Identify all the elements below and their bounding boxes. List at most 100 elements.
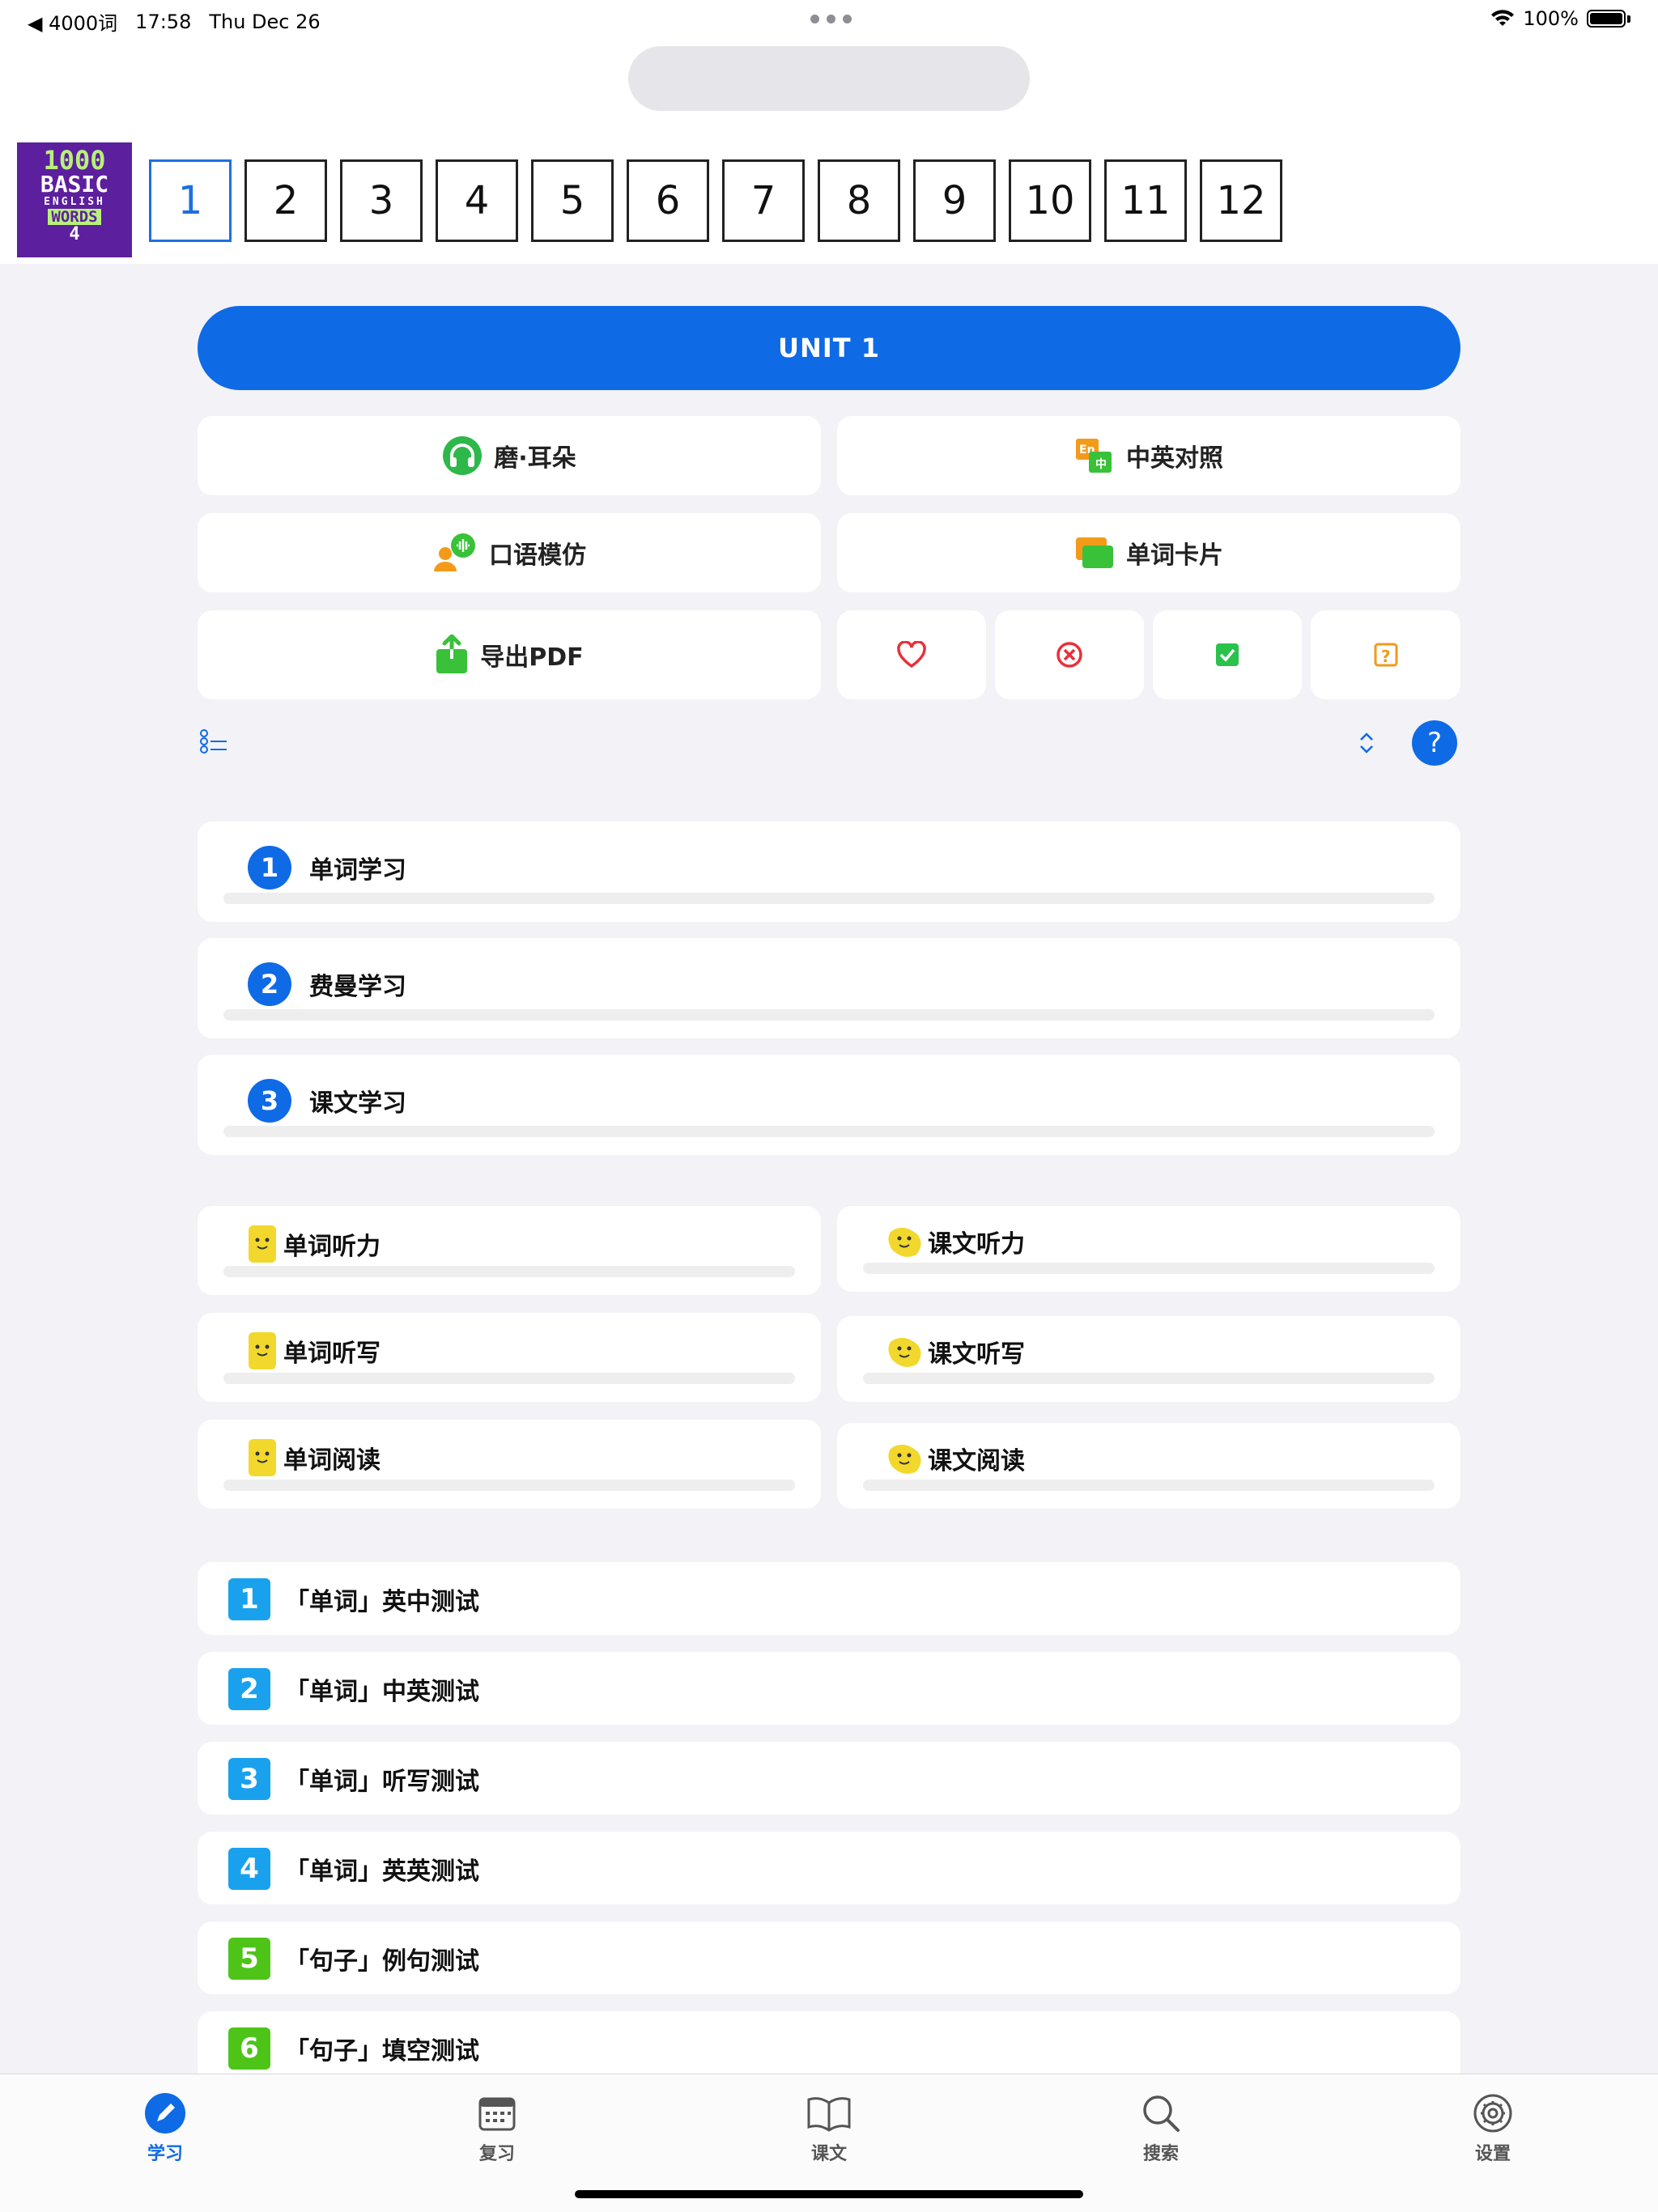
export-pdf-button[interactable]: 导出PDF: [198, 610, 821, 699]
list-view-icon[interactable]: [199, 727, 228, 756]
checkmark-square-icon: [1216, 643, 1239, 666]
home-indicator[interactable]: [575, 2190, 1083, 2198]
test-item-3[interactable]: 3 「单词」听写测试: [198, 1742, 1460, 1815]
search-pill[interactable]: [628, 46, 1030, 111]
test-label-4: 「单词」英英测试: [285, 1857, 479, 1886]
unit-tab-9[interactable]: 9: [913, 159, 996, 242]
tab-study-label: 学习: [147, 2144, 183, 2164]
test-item-1[interactable]: 1 「单词」英中测试: [198, 1562, 1460, 1635]
word-listening-label: 单词听力: [283, 1233, 380, 1261]
export-pdf-label: 导出PDF: [480, 643, 584, 672]
bilingual-button[interactable]: En 中 中英对照: [837, 416, 1460, 495]
test-number-4: 4: [228, 1848, 270, 1890]
question-square-icon: ?: [1374, 643, 1397, 667]
text-dictation-label: 课文听写: [928, 1340, 1025, 1369]
unit-banner[interactable]: UNIT 1: [198, 306, 1460, 390]
unit-tab-12[interactable]: 12: [1200, 159, 1282, 242]
bilingual-label: 中英对照: [1126, 444, 1223, 473]
tab-settings[interactable]: 设置: [1436, 2091, 1550, 2165]
yellow-blob-mascot-icon: [888, 1227, 921, 1257]
unit-tab-10[interactable]: 10: [1009, 159, 1091, 242]
test-label-1: 「单词」英中测试: [285, 1588, 479, 1616]
x-circle-icon: [1056, 642, 1082, 668]
tab-settings-label: 设置: [1474, 2144, 1511, 2164]
pencil-circle-icon: [145, 2093, 185, 2133]
question-mark-icon: ?: [1426, 727, 1443, 759]
word-reading-card[interactable]: 单词阅读: [198, 1420, 821, 1509]
unit-tab-6[interactable]: 6: [627, 159, 709, 242]
wifi-icon: [1491, 10, 1515, 26]
gear-icon: [1473, 2094, 1512, 2133]
cover-line-5: 4: [69, 224, 80, 244]
unit-tab-2[interactable]: 2: [244, 159, 327, 242]
battery-tip: [1627, 15, 1630, 23]
yellow-card-mascot-icon: [249, 1332, 276, 1369]
tab-review[interactable]: 复习: [440, 2091, 554, 2165]
unit-tab-5[interactable]: 5: [531, 159, 614, 242]
study-step-2-card[interactable]: 2 费曼学习: [198, 938, 1460, 1038]
text-reading-label: 课文阅读: [928, 1447, 1025, 1475]
yellow-card-mascot-icon: [249, 1225, 276, 1263]
unit-tab-1[interactable]: 1: [149, 159, 232, 242]
test-label-6: 「句子」填空测试: [285, 2037, 479, 2066]
headphones-icon: [443, 436, 483, 475]
multitasking-dots-icon[interactable]: [810, 15, 852, 23]
status-time: 17:58: [135, 10, 192, 33]
test-label-3: 「单词」听写测试: [285, 1768, 479, 1796]
tab-text[interactable]: 课文: [772, 2091, 886, 2165]
tab-review-label: 复习: [478, 2144, 515, 2164]
tab-study[interactable]: 学习: [108, 2091, 222, 2165]
study-step-3-label: 课文学习: [309, 1089, 406, 1118]
unit-tab-3[interactable]: 3: [340, 159, 423, 242]
text-dictation-card[interactable]: 课文听写: [837, 1316, 1460, 1402]
test-number-6: 6: [228, 2027, 270, 2070]
back-to-app-link[interactable]: ◀ 4000词: [28, 7, 117, 36]
favorites-filter-button[interactable]: [837, 610, 986, 699]
unit-tab-11[interactable]: 11: [1104, 159, 1187, 242]
grind-ears-button[interactable]: 磨·耳朵: [198, 416, 821, 495]
test-label-2: 「单词」中英测试: [285, 1678, 479, 1706]
text-listening-label: 课文听力: [928, 1230, 1025, 1259]
test-item-4[interactable]: 4 「单词」英英测试: [198, 1832, 1460, 1904]
unsure-filter-button[interactable]: ?: [1311, 610, 1460, 699]
speaking-person-icon: [434, 533, 475, 571]
wrong-filter-button[interactable]: [995, 610, 1144, 699]
cover-line-3: ENGLISH: [44, 196, 105, 208]
word-dictation-card[interactable]: 单词听写: [198, 1313, 821, 1402]
svg-text:中: 中: [1095, 457, 1107, 471]
text-reading-progress: [863, 1480, 1435, 1491]
help-button[interactable]: ?: [1412, 720, 1457, 766]
step-number-2: 2: [248, 962, 291, 1006]
tab-text-label: 课文: [810, 2144, 847, 2164]
word-listening-progress: [223, 1266, 795, 1277]
study-step-3-card[interactable]: 3 课文学习: [198, 1055, 1460, 1155]
speaking-label: 口语模仿: [489, 541, 586, 570]
export-share-icon: [436, 635, 468, 673]
cover-line-4: WORDS: [48, 209, 101, 225]
study-step-1-card[interactable]: 1 单词学习: [198, 822, 1460, 922]
flashcards-button[interactable]: 单词卡片: [837, 513, 1460, 592]
test-number-3: 3: [228, 1758, 270, 1800]
yellow-blob-mascot-icon: [888, 1444, 921, 1474]
word-dictation-progress: [223, 1373, 795, 1384]
test-number-1: 1: [228, 1578, 270, 1620]
unit-tab-4[interactable]: 4: [436, 159, 518, 242]
speaking-button[interactable]: 口语模仿: [198, 513, 821, 592]
sort-chevrons-icon[interactable]: [1352, 728, 1381, 758]
study-step-1-progress: [223, 893, 1435, 904]
cover-line-2: BASIC: [40, 171, 109, 197]
yellow-card-mascot-icon: [249, 1439, 276, 1476]
book-cover[interactable]: 1000 BASIC ENGLISH WORDS 4: [17, 142, 132, 257]
unit-tab-8[interactable]: 8: [818, 159, 900, 242]
test-item-2[interactable]: 2 「单词」中英测试: [198, 1652, 1460, 1725]
text-reading-card[interactable]: 课文阅读: [837, 1423, 1460, 1509]
text-listening-card[interactable]: 课文听力: [837, 1206, 1460, 1292]
word-listening-card[interactable]: 单词听力: [198, 1206, 821, 1295]
status-bar: ◀ 4000词 17:58 Thu Dec 26 100%: [0, 0, 1658, 39]
unit-tab-7[interactable]: 7: [722, 159, 805, 242]
test-item-5[interactable]: 5 「句子」例句测试: [198, 1921, 1460, 1994]
correct-filter-button[interactable]: [1153, 610, 1302, 699]
battery-percent: 100%: [1523, 7, 1579, 30]
unit-selector: 1 2 3 4 5 6 7 8 9 10 11 12: [149, 159, 1282, 242]
tab-search[interactable]: 搜索: [1104, 2091, 1218, 2165]
